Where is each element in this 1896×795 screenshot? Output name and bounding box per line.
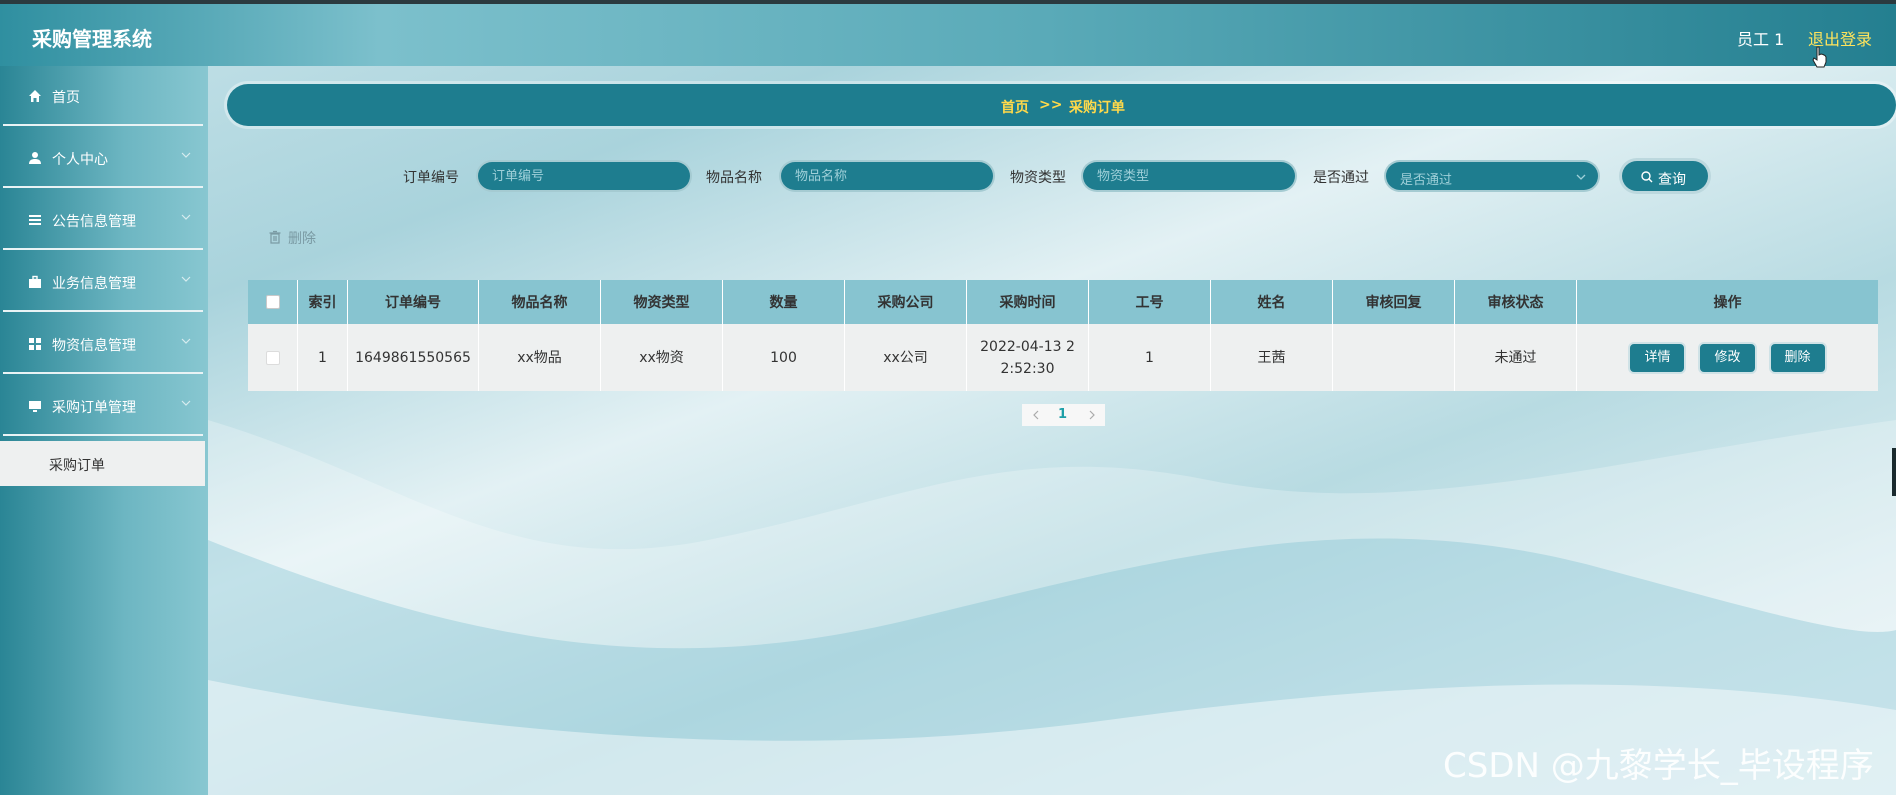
header-review-status: 审核状态 — [1455, 280, 1577, 324]
sidebar-item-home[interactable]: 首页 — [3, 66, 203, 126]
chevron-down-icon — [181, 152, 191, 158]
header-review-reply: 审核回复 — [1333, 280, 1455, 324]
cell-time-line1: 2022-04-13 2 — [980, 338, 1075, 355]
material-type-label: 物资类型 — [1010, 170, 1066, 186]
pagination: 1 — [1022, 404, 1105, 426]
chevron-left-icon[interactable] — [1032, 410, 1040, 420]
header-material-type: 物资类型 — [601, 280, 723, 324]
cell-item-name: xx物品 — [479, 324, 601, 391]
cell-time: 2022-04-13 2 2:52:30 — [967, 324, 1089, 391]
sidebar-item-personal-center[interactable]: 个人中心 — [3, 128, 203, 188]
sidebar-item-label: 采购订单管理 — [52, 400, 136, 416]
sidebar-item-label: 业务信息管理 — [52, 276, 136, 292]
search-icon — [1641, 171, 1653, 183]
table-header-row: 索引 订单编号 物品名称 物资类型 数量 采购公司 采购时间 工号 姓名 审核回… — [248, 280, 1878, 324]
chevron-down-icon — [181, 214, 191, 220]
list-icon — [29, 215, 41, 225]
sidebar-item-label: 个人中心 — [52, 152, 108, 168]
sidebar-subitem-purchase-order[interactable]: 采购订单 — [0, 441, 205, 486]
material-type-field[interactable] — [1081, 160, 1297, 192]
cell-index: 1 — [298, 324, 348, 391]
chevron-down-icon — [1576, 174, 1586, 180]
app-title: 采购管理系统 — [32, 27, 152, 51]
cell-quantity: 100 — [723, 324, 845, 391]
delete-button[interactable]: 删除 — [1768, 341, 1827, 374]
item-name-label: 物品名称 — [706, 170, 762, 186]
sidebar-item-label: 首页 — [52, 90, 80, 106]
monitor-icon — [29, 401, 41, 412]
material-type-input[interactable] — [1083, 162, 1295, 190]
briefcase-icon — [29, 275, 41, 288]
top-header: 采购管理系统 员工 1 退出登录 — [0, 4, 1896, 66]
cell-order-no: 1649861550565 — [348, 324, 479, 391]
orders-table: 索引 订单编号 物品名称 物资类型 数量 采购公司 采购时间 工号 姓名 审核回… — [248, 280, 1878, 391]
batch-delete-label: 删除 — [288, 231, 316, 247]
sidebar-item-purchase-orders[interactable]: 采购订单管理 — [3, 376, 203, 436]
header-index: 索引 — [298, 280, 348, 324]
order-no-input[interactable] — [478, 162, 690, 190]
cell-time-line2: 2:52:30 — [1000, 360, 1055, 377]
sidebar-item-notice[interactable]: 公告信息管理 — [3, 190, 203, 250]
cell-company: xx公司 — [845, 324, 967, 391]
sidebar-item-material[interactable]: 物资信息管理 — [3, 314, 203, 374]
breadcrumb-separator: >> — [1039, 97, 1063, 113]
sidebar-item-business[interactable]: 业务信息管理 — [3, 252, 203, 312]
hand-cursor-icon — [1812, 46, 1827, 68]
header-quantity: 数量 — [723, 280, 845, 324]
breadcrumb-home[interactable]: 首页 — [1001, 97, 1029, 117]
grid-icon — [29, 338, 41, 350]
header-name: 姓名 — [1211, 280, 1333, 324]
header-job-no: 工号 — [1089, 280, 1211, 324]
page-scrollbar-thumb[interactable] — [1892, 448, 1896, 496]
sidebar-subitem-label: 采购订单 — [49, 458, 105, 474]
cell-review-status: 未通过 — [1455, 324, 1577, 391]
detail-button[interactable]: 详情 — [1628, 341, 1687, 374]
cell-review-reply — [1333, 324, 1455, 391]
breadcrumb: 首页 >> 采购订单 — [227, 84, 1896, 126]
row-checkbox[interactable] — [265, 350, 280, 365]
cell-job-no: 1 — [1089, 324, 1211, 391]
sidebar: 首页 个人中心 公告信息管理 业务信息管理 物资信息管理 采购订单管理 采购订单 — [0, 66, 208, 795]
passed-select-placeholder: 是否通过 — [1400, 173, 1453, 188]
item-name-field[interactable] — [779, 160, 995, 192]
row-select-cell — [248, 324, 298, 391]
chevron-down-icon — [181, 276, 191, 282]
chevron-down-icon — [181, 400, 191, 406]
chevron-down-icon — [181, 338, 191, 344]
item-name-input[interactable] — [781, 162, 993, 190]
sidebar-item-label: 物资信息管理 — [52, 338, 136, 354]
breadcrumb-current: 采购订单 — [1069, 100, 1125, 116]
query-button-label: 查询 — [1658, 172, 1686, 188]
table-row: 1 1649861550565 xx物品 xx物资 100 xx公司 2022-… — [248, 324, 1878, 391]
edit-button[interactable]: 修改 — [1698, 341, 1757, 374]
home-icon — [29, 90, 41, 102]
select-all-cell — [248, 280, 298, 324]
cell-actions: 详情 修改 删除 — [1577, 324, 1878, 391]
chevron-right-icon[interactable] — [1088, 410, 1096, 420]
header-actions: 操作 — [1713, 295, 1742, 311]
passed-select[interactable]: 是否通过 — [1384, 160, 1600, 192]
header-time: 采购时间 — [967, 280, 1089, 324]
sidebar-item-label: 公告信息管理 — [52, 214, 136, 230]
watermark: CSDN @九黎学长_毕设程序 — [1443, 746, 1874, 786]
user-icon — [29, 152, 41, 164]
cell-name: 王茜 — [1211, 324, 1333, 391]
query-button[interactable]: 查询 — [1619, 158, 1711, 194]
order-no-field[interactable] — [476, 160, 692, 192]
header-order-no: 订单编号 — [348, 280, 479, 324]
cell-material-type: xx物资 — [601, 324, 723, 391]
passed-label: 是否通过 — [1313, 170, 1369, 186]
select-all-checkbox[interactable] — [265, 295, 280, 309]
order-no-label: 订单编号 — [403, 170, 459, 186]
page-number-current[interactable]: 1 — [1058, 407, 1067, 422]
trash-icon — [269, 230, 281, 244]
header-company: 采购公司 — [845, 280, 967, 324]
current-user-name: 员工 1 — [1737, 30, 1785, 49]
header-item-name: 物品名称 — [479, 280, 601, 324]
